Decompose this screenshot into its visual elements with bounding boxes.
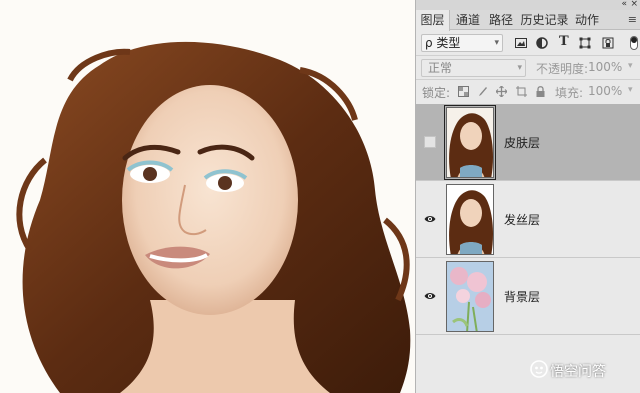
tab-layers[interactable]: 图层 (416, 10, 450, 31)
lock-position-icon[interactable] (496, 86, 507, 97)
tab-actions[interactable]: 动作 (571, 10, 603, 30)
opacity-label: 不透明度: (536, 62, 589, 76)
document-canvas[interactable] (0, 0, 415, 393)
smart-object-filter-icon[interactable] (602, 37, 614, 49)
filter-kind-label: ρ 类型 (425, 36, 461, 50)
layer-name[interactable]: 发丝层 (504, 211, 540, 228)
layer-name[interactable]: 皮肤层 (504, 134, 540, 151)
layer-thumbnail (446, 184, 494, 255)
fill-label: 填充: (555, 86, 584, 100)
shape-filter-icon[interactable] (579, 37, 591, 49)
chevron-down-icon[interactable]: ▾ (628, 61, 633, 71)
filter-toggle[interactable] (630, 36, 638, 50)
blend-mode-select[interactable]: 正常 ▾ (421, 59, 526, 77)
tab-channels[interactable]: 通道 (452, 10, 484, 30)
watermark: 悟空问答 (530, 360, 606, 382)
type-filter-icon[interactable]: T (559, 34, 571, 49)
layer-filter-row: ρ 类型 ▾ T (416, 31, 640, 55)
blend-mode-label: 正常 (428, 61, 453, 75)
eye-icon[interactable] (424, 290, 436, 302)
watermark-text: 悟空问答 (550, 364, 606, 380)
wukong-logo-icon (530, 360, 548, 378)
panel-tabs: 图层 通道 路径 历史记录 动作 ≡ (416, 10, 640, 31)
close-icon[interactable]: × (630, 0, 638, 9)
layer-thumbnail (444, 105, 496, 180)
adjustment-filter-icon[interactable] (536, 37, 548, 49)
layer-row-background[interactable]: 背景层 (416, 258, 640, 335)
eye-icon[interactable] (424, 213, 436, 225)
layer-row-hair[interactable]: 发丝层 (416, 181, 640, 258)
filter-kind-select[interactable]: ρ 类型 ▾ (421, 34, 503, 52)
fill-field[interactable]: 100% (588, 84, 622, 98)
lock-transparency-icon[interactable] (458, 86, 469, 97)
portrait-photo (0, 0, 415, 393)
lock-all-icon[interactable] (535, 86, 546, 97)
layer-thumbnail (446, 261, 494, 332)
opacity-field[interactable]: 100% (588, 60, 622, 74)
lock-artboard-icon[interactable] (516, 86, 527, 97)
lock-label: 锁定: (422, 86, 451, 100)
layer-row-skin[interactable]: 皮肤层 (416, 104, 640, 181)
chevron-down-icon: ▾ (494, 38, 499, 48)
panel-menu-icon[interactable]: ≡ (628, 10, 637, 30)
panel-title-bar: « × (416, 0, 640, 10)
collapse-icon[interactable]: « (621, 0, 627, 9)
blend-row: 正常 ▾ 不透明度: 100% ▾ (416, 55, 640, 79)
pixel-filter-icon[interactable] (515, 37, 527, 49)
layer-name[interactable]: 背景层 (504, 288, 540, 305)
tab-history[interactable]: 历史记录 (517, 10, 572, 30)
chevron-down-icon: ▾ (517, 63, 522, 73)
lock-image-pixels-icon[interactable] (477, 86, 488, 97)
chevron-down-icon[interactable]: ▾ (628, 85, 633, 95)
lock-row: 锁定: 填充: 100% ▾ (416, 79, 640, 103)
tab-paths[interactable]: 路径 (485, 10, 517, 30)
layers-panel: « × 图层 通道 路径 历史记录 动作 ≡ ρ 类型 ▾ T 正常 ▾ 不透明… (415, 0, 640, 393)
visibility-toggle[interactable] (424, 136, 436, 148)
